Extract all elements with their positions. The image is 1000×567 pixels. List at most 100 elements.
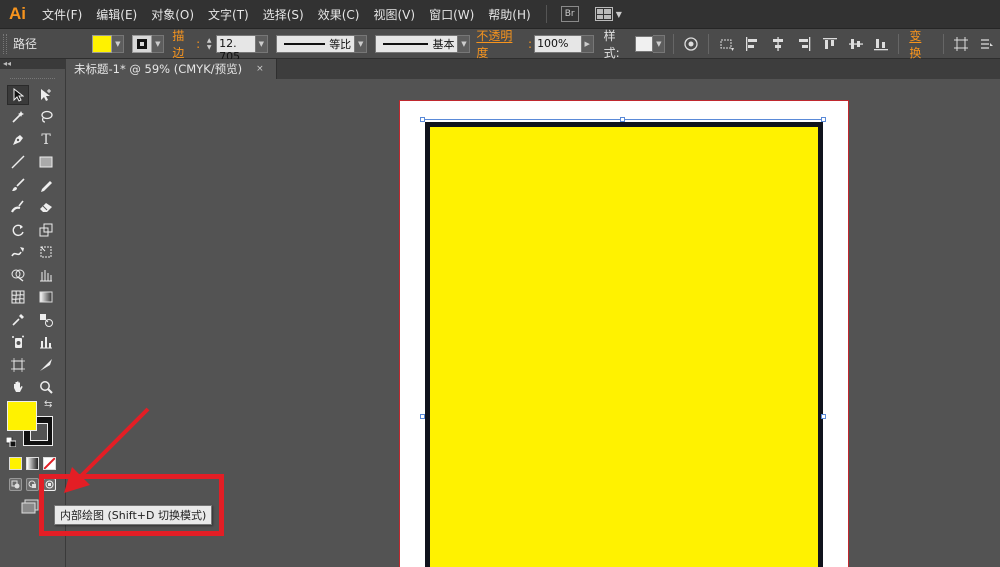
paintbrush-tool-icon[interactable] xyxy=(7,175,29,195)
close-icon[interactable]: × xyxy=(256,64,264,74)
line-segment-tool-icon[interactable] xyxy=(7,152,29,172)
menu-select[interactable]: 选择(S) xyxy=(256,6,311,23)
tools-panel-grip[interactable] xyxy=(10,71,55,79)
fill-swatch[interactable] xyxy=(92,34,113,53)
selection-handle[interactable] xyxy=(420,414,425,419)
opacity-panel-link[interactable]: 不透明度 xyxy=(476,27,524,61)
hand-tool-icon[interactable] xyxy=(7,377,29,397)
lasso-tool-icon[interactable] xyxy=(35,107,57,127)
draw-behind-icon[interactable] xyxy=(26,478,39,491)
slice-tool-icon[interactable] xyxy=(35,355,57,375)
type-tool-icon[interactable]: T xyxy=(35,130,57,150)
chevron-down-icon[interactable]: ▼ xyxy=(355,34,368,53)
tools-panel: ◂◂ T ⇆ xyxy=(0,59,66,567)
column-graph-tool-icon[interactable] xyxy=(35,332,57,352)
variable-width-profile-select[interactable]: 等比 xyxy=(275,34,356,53)
opacity-input[interactable]: 100% xyxy=(534,34,582,53)
swap-fill-stroke-icon[interactable]: ⇆ xyxy=(44,399,52,410)
shape-builder-tool-icon[interactable] xyxy=(7,265,29,285)
stroke-color-picker[interactable]: ▼ xyxy=(132,34,165,53)
align-to-selection-icon[interactable]: ▾ xyxy=(718,36,734,52)
gradient-mode-icon[interactable] xyxy=(26,457,39,470)
align-bottom-icon[interactable] xyxy=(873,36,889,52)
free-transform-tool-icon[interactable] xyxy=(35,242,57,262)
stroke-swatch[interactable] xyxy=(132,34,153,53)
chevron-down-icon: ▼ xyxy=(615,9,622,19)
chevron-down-icon[interactable]: ▶ xyxy=(581,34,594,53)
control-bar-grip[interactable] xyxy=(3,33,7,54)
menu-help[interactable]: 帮助(H) xyxy=(481,6,537,23)
chevron-down-icon[interactable]: ▼ xyxy=(458,34,471,53)
direct-selection-tool-icon[interactable] xyxy=(35,85,57,105)
screen-mode-icon[interactable] xyxy=(20,499,40,515)
pen-tool-icon[interactable] xyxy=(7,130,29,150)
menu-edit[interactable]: 编辑(E) xyxy=(89,6,144,23)
menu-object[interactable]: 对象(O) xyxy=(144,6,201,23)
rotate-tool-icon[interactable] xyxy=(7,220,29,240)
fill-color-picker[interactable]: ▼ xyxy=(92,34,125,53)
collapse-panel-icon[interactable]: ◂◂ xyxy=(3,59,11,68)
stroke-weight-input[interactable]: 12. 705 xyxy=(216,34,256,63)
pencil-tool-icon[interactable] xyxy=(35,175,57,195)
draw-inside-icon[interactable] xyxy=(43,478,56,491)
chevron-down-icon[interactable]: ▼ xyxy=(653,34,666,53)
draw-normal-icon[interactable] xyxy=(9,478,22,491)
stroke-weight-spinner[interactable]: ▲ ▼ xyxy=(204,35,214,53)
selection-handle[interactable] xyxy=(420,117,425,122)
fill-color-swatch[interactable] xyxy=(7,401,37,431)
chevron-down-icon[interactable]: ▼ xyxy=(255,34,268,53)
magic-wand-tool-icon[interactable] xyxy=(7,107,29,127)
align-right-icon[interactable] xyxy=(796,36,812,52)
tools-panel-header[interactable]: ◂◂ xyxy=(0,59,65,69)
tool-row: T xyxy=(0,130,66,150)
symbol-sprayer-tool-icon[interactable] xyxy=(7,332,29,352)
svg-text:▾: ▾ xyxy=(731,46,734,51)
selection-tool-icon[interactable] xyxy=(7,85,29,105)
blend-tool-icon[interactable] xyxy=(35,310,57,330)
selection-handle[interactable] xyxy=(821,117,826,122)
chevron-down-icon[interactable]: ▼ xyxy=(152,34,165,53)
default-fill-stroke-icon[interactable] xyxy=(5,436,17,448)
tool-row xyxy=(0,355,66,375)
none-mode-icon[interactable] xyxy=(43,457,56,470)
gradient-tool-icon[interactable] xyxy=(35,287,57,307)
brush-label: 基本 xyxy=(432,37,455,51)
align-top-icon[interactable] xyxy=(822,36,838,52)
mesh-tool-icon[interactable] xyxy=(7,287,29,307)
align-horizontal-center-icon[interactable] xyxy=(770,36,786,52)
bridge-button[interactable]: Br xyxy=(560,6,579,22)
align-left-icon[interactable] xyxy=(744,36,760,52)
eyedropper-tool-icon[interactable] xyxy=(7,310,29,330)
selection-handle[interactable] xyxy=(620,117,625,122)
chevron-down-icon[interactable]: ▼ xyxy=(112,34,125,53)
panel-menu-icon[interactable] xyxy=(979,36,995,52)
isolate-group-icon[interactable] xyxy=(953,36,969,52)
menu-window[interactable]: 窗口(W) xyxy=(422,6,481,23)
scale-tool-icon[interactable] xyxy=(35,220,57,240)
stroke-panel-link[interactable]: 描边 xyxy=(172,27,196,61)
transform-panel-link[interactable]: 变换 xyxy=(909,27,933,61)
graphic-style-swatch[interactable] xyxy=(635,35,654,52)
profile-label: 等比 xyxy=(329,37,352,51)
menu-type[interactable]: 文字(T) xyxy=(201,6,256,23)
menu-bar: Ai 文件(F) 编辑(E) 对象(O) 文字(T) 选择(S) 效果(C) 视… xyxy=(0,0,1000,29)
rectangle-tool-icon[interactable] xyxy=(35,152,57,172)
color-mode-icon[interactable] xyxy=(9,457,22,470)
canvas[interactable] xyxy=(66,79,1000,567)
arrange-documents-button[interactable]: ▼ xyxy=(594,7,622,21)
yellow-rectangle[interactable] xyxy=(425,122,823,567)
brush-definition-select[interactable]: 基本 xyxy=(375,34,459,53)
menu-view[interactable]: 视图(V) xyxy=(366,6,422,23)
document-tab[interactable]: 未标题-1* @ 59% (CMYK/预览) × xyxy=(66,59,277,79)
zoom-tool-icon[interactable] xyxy=(35,377,57,397)
warp-tool-icon[interactable] xyxy=(7,242,29,262)
artboard-tool-icon[interactable] xyxy=(7,355,29,375)
recolor-artwork-icon[interactable] xyxy=(683,36,699,52)
menu-file[interactable]: 文件(F) xyxy=(35,6,89,23)
eraser-tool-icon[interactable] xyxy=(35,197,57,217)
blob-brush-tool-icon[interactable] xyxy=(7,197,29,217)
perspective-grid-tool-icon[interactable] xyxy=(35,265,57,285)
selection-handle[interactable] xyxy=(821,414,826,419)
menu-effect[interactable]: 效果(C) xyxy=(311,6,367,23)
align-vertical-center-icon[interactable] xyxy=(848,36,864,52)
